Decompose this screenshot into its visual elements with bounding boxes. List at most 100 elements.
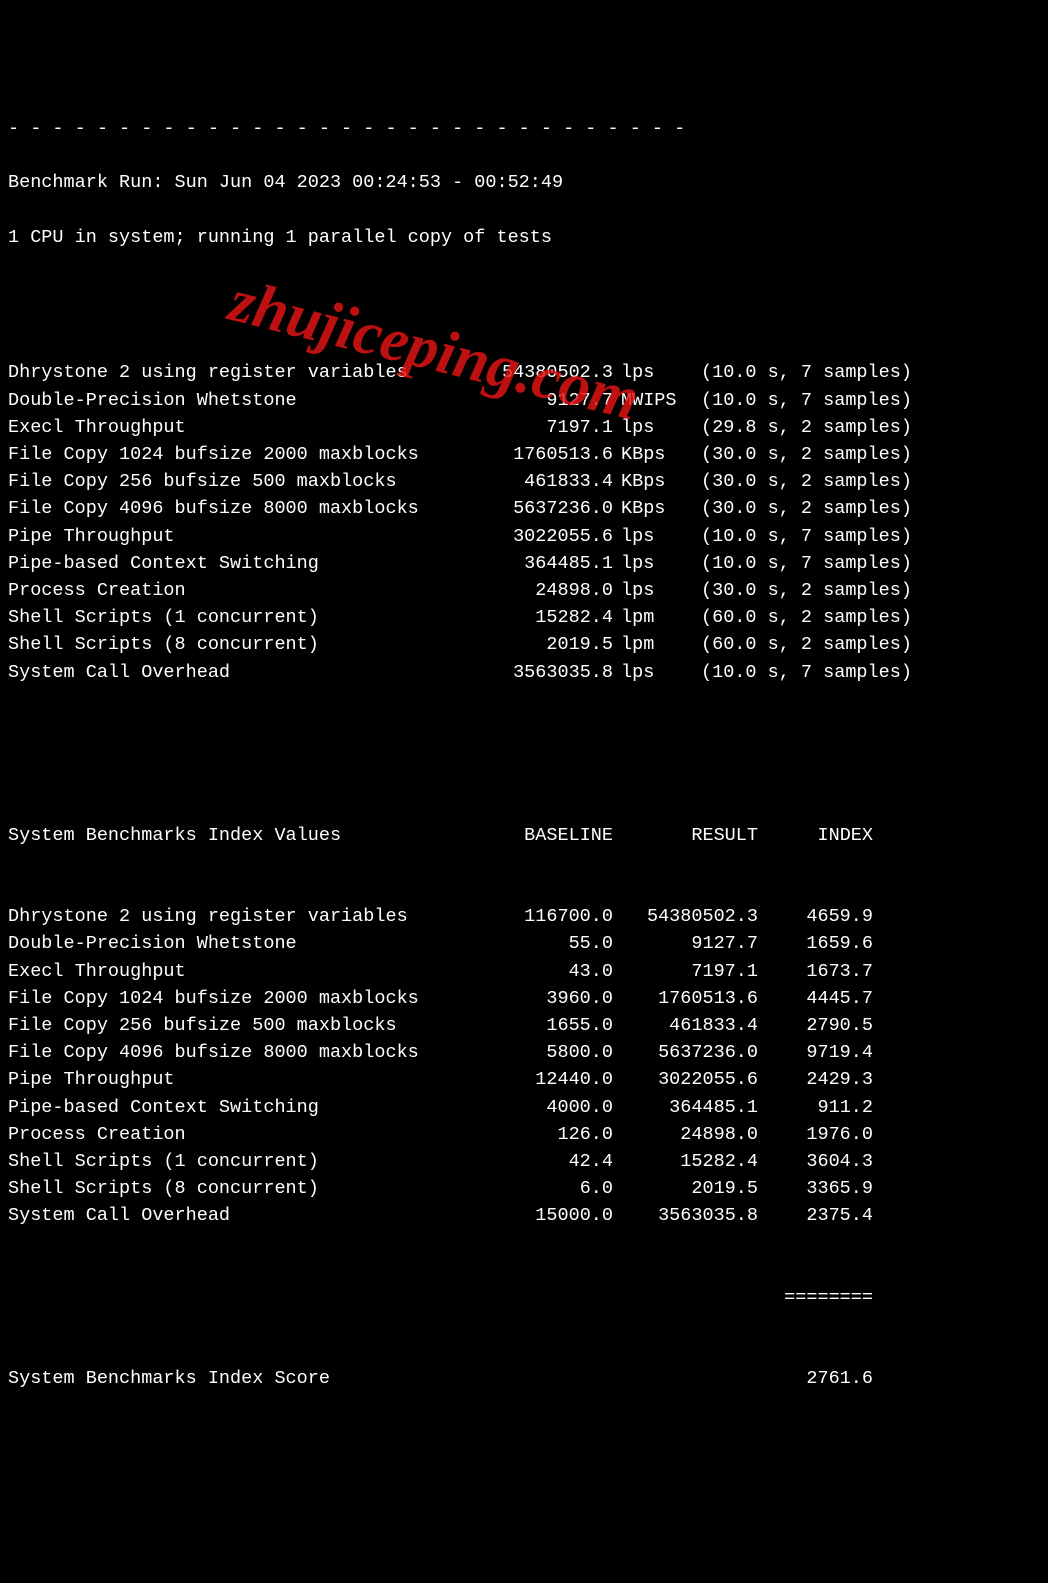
- benchmark-unit: MWIPS: [613, 387, 683, 414]
- index-value: 1976.0: [758, 1121, 873, 1148]
- index-value: 9719.4: [758, 1039, 873, 1066]
- benchmark-unit: lpm: [613, 604, 683, 631]
- benchmark-unit: KBps: [613, 468, 683, 495]
- index-baseline: 1655.0: [438, 1012, 613, 1039]
- index-result: 5637236.0: [613, 1039, 758, 1066]
- benchmark-name: File Copy 1024 bufsize 2000 maxblocks: [8, 441, 438, 468]
- index-result: 2019.5: [613, 1175, 758, 1202]
- index-name: Dhrystone 2 using register variables: [8, 903, 438, 930]
- index-name: Execl Throughput: [8, 958, 438, 985]
- benchmark-value: 461833.4: [438, 468, 613, 495]
- benchmark-indices-block: Dhrystone 2 using register variables1167…: [8, 903, 1040, 1229]
- benchmark-name: Double-Precision Whetstone: [8, 387, 438, 414]
- index-header-index: INDEX: [758, 822, 873, 849]
- benchmark-index-row: System Call Overhead15000.03563035.82375…: [8, 1202, 1040, 1229]
- benchmark-index-row: Process Creation126.024898.01976.0: [8, 1121, 1040, 1148]
- index-baseline: 3960.0: [438, 985, 613, 1012]
- index-baseline: 6.0: [438, 1175, 613, 1202]
- index-header-baseline: BASELINE: [438, 822, 613, 849]
- index-name: Pipe-based Context Switching: [8, 1094, 438, 1121]
- index-baseline: 42.4: [438, 1148, 613, 1175]
- benchmark-result-row: Shell Scripts (1 concurrent)15282.4lpm(6…: [8, 604, 1040, 631]
- benchmark-name: Dhrystone 2 using register variables: [8, 359, 438, 386]
- index-value: 2375.4: [758, 1202, 873, 1229]
- benchmark-unit: lps: [613, 359, 683, 386]
- benchmark-name: Execl Throughput: [8, 414, 438, 441]
- benchmark-name: Pipe-based Context Switching: [8, 550, 438, 577]
- index-baseline: 126.0: [438, 1121, 613, 1148]
- index-name: Shell Scripts (1 concurrent): [8, 1148, 438, 1175]
- benchmark-name: System Call Overhead: [8, 659, 438, 686]
- benchmark-result-row: Pipe-based Context Switching364485.1lps(…: [8, 550, 1040, 577]
- index-value: 4445.7: [758, 985, 873, 1012]
- benchmark-name: File Copy 4096 bufsize 8000 maxblocks: [8, 495, 438, 522]
- benchmark-index-row: Double-Precision Whetstone55.09127.71659…: [8, 930, 1040, 957]
- benchmark-value: 2019.5: [438, 631, 613, 658]
- benchmark-results-block: Dhrystone 2 using register variables5438…: [8, 359, 1040, 685]
- index-result: 15282.4: [613, 1148, 758, 1175]
- score-divider-row: ========: [8, 1284, 1040, 1311]
- benchmark-result-row: Shell Scripts (8 concurrent)2019.5lpm(60…: [8, 631, 1040, 658]
- benchmark-name: Pipe Throughput: [8, 523, 438, 550]
- index-name: Pipe Throughput: [8, 1066, 438, 1093]
- index-value: 3604.3: [758, 1148, 873, 1175]
- benchmark-unit: KBps: [613, 441, 683, 468]
- benchmark-value: 9127.7: [438, 387, 613, 414]
- index-name: Double-Precision Whetstone: [8, 930, 438, 957]
- benchmark-timing: (30.0 s, 2 samples): [683, 495, 1040, 522]
- benchmark-timing: (29.8 s, 2 samples): [683, 414, 1040, 441]
- benchmark-run-line: Benchmark Run: Sun Jun 04 2023 00:24:53 …: [8, 169, 1040, 196]
- index-value: 1673.7: [758, 958, 873, 985]
- index-name: File Copy 256 bufsize 500 maxblocks: [8, 1012, 438, 1039]
- index-name: Shell Scripts (8 concurrent): [8, 1175, 438, 1202]
- index-baseline: 116700.0: [438, 903, 613, 930]
- benchmark-unit: lpm: [613, 631, 683, 658]
- index-result: 3022055.6: [613, 1066, 758, 1093]
- benchmark-timing: (10.0 s, 7 samples): [683, 659, 1040, 686]
- benchmark-result-row: File Copy 4096 bufsize 8000 maxblocks563…: [8, 495, 1040, 522]
- blank-line: [8, 740, 1040, 767]
- benchmark-unit: lps: [613, 550, 683, 577]
- benchmark-timing: (10.0 s, 7 samples): [683, 359, 1040, 386]
- benchmark-result-row: Process Creation24898.0lps(30.0 s, 2 sam…: [8, 577, 1040, 604]
- benchmark-result-row: File Copy 1024 bufsize 2000 maxblocks176…: [8, 441, 1040, 468]
- benchmark-result-row: Dhrystone 2 using register variables5438…: [8, 359, 1040, 386]
- blank-line: [8, 278, 1040, 305]
- benchmark-unit: lps: [613, 523, 683, 550]
- index-result: 3563035.8: [613, 1202, 758, 1229]
- benchmark-index-row: Execl Throughput43.07197.11673.7: [8, 958, 1040, 985]
- benchmark-index-row: File Copy 256 bufsize 500 maxblocks1655.…: [8, 1012, 1040, 1039]
- benchmark-timing: (60.0 s, 2 samples): [683, 604, 1040, 631]
- benchmark-index-row: Pipe Throughput12440.03022055.62429.3: [8, 1066, 1040, 1093]
- benchmark-value: 364485.1: [438, 550, 613, 577]
- index-baseline: 15000.0: [438, 1202, 613, 1229]
- index-result: 461833.4: [613, 1012, 758, 1039]
- benchmark-result-row: Pipe Throughput3022055.6lps(10.0 s, 7 sa…: [8, 523, 1040, 550]
- benchmark-timing: (10.0 s, 7 samples): [683, 550, 1040, 577]
- index-name: Process Creation: [8, 1121, 438, 1148]
- benchmark-unit: lps: [613, 577, 683, 604]
- benchmark-index-row: File Copy 4096 bufsize 8000 maxblocks580…: [8, 1039, 1040, 1066]
- score-row: System Benchmarks Index Score 2761.6: [8, 1365, 1040, 1392]
- benchmark-unit: KBps: [613, 495, 683, 522]
- index-baseline: 5800.0: [438, 1039, 613, 1066]
- index-name: File Copy 1024 bufsize 2000 maxblocks: [8, 985, 438, 1012]
- benchmark-timing: (30.0 s, 2 samples): [683, 577, 1040, 604]
- benchmark-result-row: System Call Overhead3563035.8lps(10.0 s,…: [8, 659, 1040, 686]
- benchmark-value: 15282.4: [438, 604, 613, 631]
- divider-line: - - - - - - - - - - - - - - - - - - - - …: [8, 115, 1040, 142]
- benchmark-index-row: Shell Scripts (1 concurrent)42.415282.43…: [8, 1148, 1040, 1175]
- benchmark-value: 7197.1: [438, 414, 613, 441]
- index-header-title: System Benchmarks Index Values: [8, 822, 438, 849]
- benchmark-unit: lps: [613, 659, 683, 686]
- benchmark-index-row: Dhrystone 2 using register variables1167…: [8, 903, 1040, 930]
- benchmark-timing: (30.0 s, 2 samples): [683, 468, 1040, 495]
- index-name: File Copy 4096 bufsize 8000 maxblocks: [8, 1039, 438, 1066]
- index-baseline: 4000.0: [438, 1094, 613, 1121]
- index-result: 7197.1: [613, 958, 758, 985]
- benchmark-value: 5637236.0: [438, 495, 613, 522]
- benchmark-result-row: Double-Precision Whetstone9127.7MWIPS(10…: [8, 387, 1040, 414]
- index-value: 2429.3: [758, 1066, 873, 1093]
- benchmark-result-row: Execl Throughput7197.1lps(29.8 s, 2 samp…: [8, 414, 1040, 441]
- score-label: System Benchmarks Index Score: [8, 1365, 758, 1392]
